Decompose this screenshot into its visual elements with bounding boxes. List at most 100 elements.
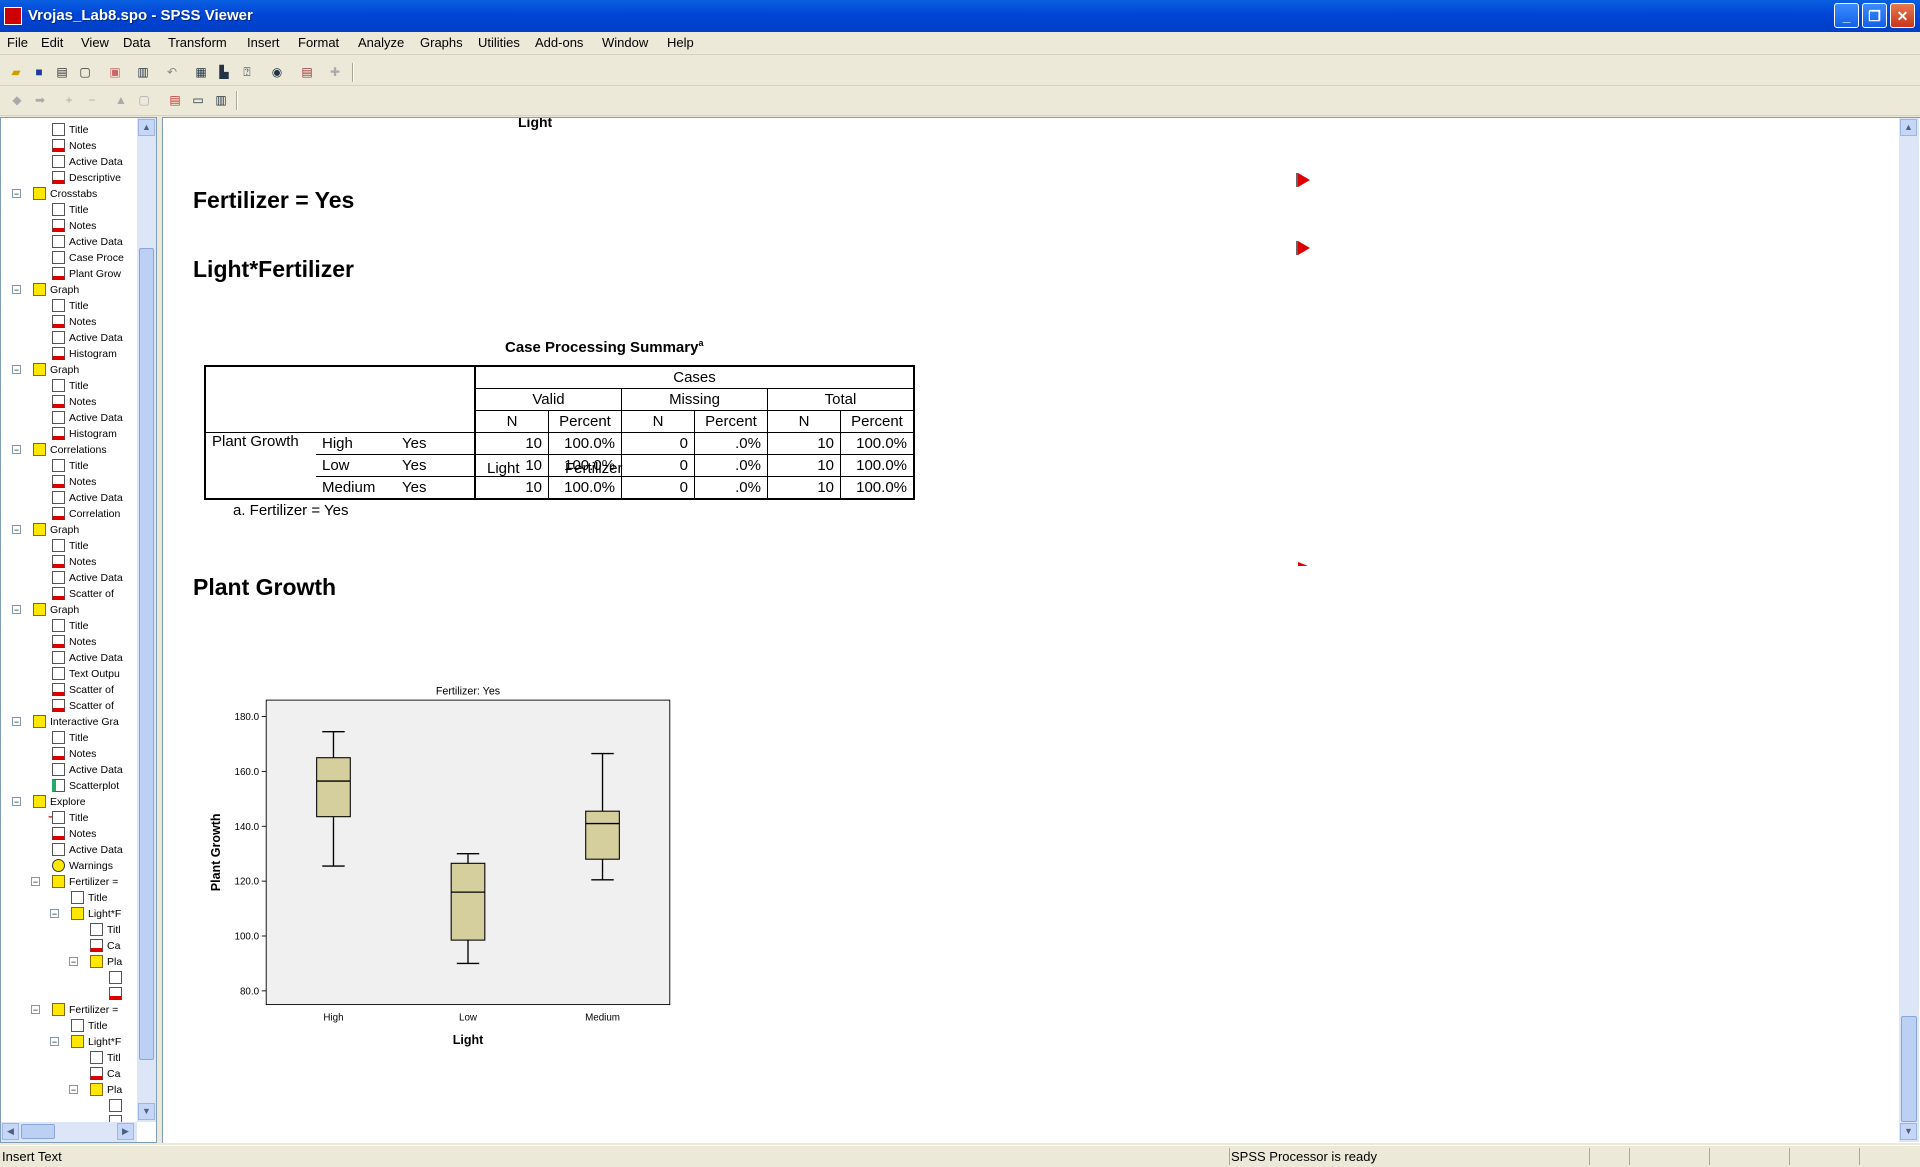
variables-icon[interactable]: ⍰ (238, 63, 256, 81)
dialog-recall-icon[interactable]: ▥ (134, 63, 152, 81)
menu-window[interactable]: Window (602, 35, 648, 50)
menu-analyze[interactable]: Analyze (358, 35, 404, 50)
outline-item[interactable]: Titl (90, 922, 121, 938)
menu-edit[interactable]: Edit (41, 35, 63, 50)
window-titlebar[interactable]: Vrojas_Lab8.spo - SPSS Viewer _ ❐ ✕ (0, 0, 1920, 32)
outline-item[interactable]: Active Data (52, 330, 123, 346)
outline-item[interactable]: Notes (52, 746, 96, 762)
menu-data[interactable]: Data (123, 35, 150, 50)
outline-item[interactable]: Notes (52, 394, 96, 410)
heading-plant-growth[interactable]: Plant Growth (193, 574, 336, 601)
content-scroll-thumb[interactable] (1901, 1016, 1917, 1122)
outline-item[interactable] (109, 986, 126, 1002)
menu-addons[interactable]: Add-ons (535, 35, 583, 50)
restore-button[interactable]: ❐ (1862, 3, 1887, 28)
collapse-toggle[interactable]: − (12, 285, 21, 295)
outline-item[interactable]: Case Proce (52, 250, 124, 266)
outline-item[interactable]: Notes (52, 826, 96, 842)
expand-icon[interactable]: + (60, 91, 78, 109)
boxplot-chart[interactable]: Fertilizer: Yes 80.0 100.0 120.0 140.0 160.0 1… (193, 655, 693, 1097)
outline-item[interactable]: Histogram (52, 346, 117, 362)
select-last-output-icon[interactable]: ▤ (298, 63, 316, 81)
scroll-up-arrow-icon[interactable]: ▲ (1900, 119, 1917, 136)
outline-item[interactable]: Notes (52, 218, 96, 234)
outline-horizontal-scrollbar[interactable]: ◀ ▶ (1, 1122, 137, 1142)
heading-fertilizer-yes[interactable]: Fertilizer = Yes (193, 187, 354, 214)
undo-icon[interactable]: ↶ (163, 63, 181, 81)
outline-item[interactable] (109, 1098, 126, 1114)
goto-case-icon[interactable]: ▙ (215, 63, 233, 81)
scroll-down-arrow-icon[interactable]: ▼ (138, 1103, 155, 1120)
outline-item[interactable]: Light*F (71, 906, 121, 922)
outline-vertical-scrollbar[interactable]: ▲ ▼ (137, 118, 156, 1122)
outline-item[interactable]: Crosstabs (33, 186, 97, 202)
outline-item[interactable]: Histogram (52, 426, 117, 442)
print-icon[interactable]: ▤ (53, 63, 71, 81)
outline-item[interactable]: Title (71, 890, 107, 906)
outline-item[interactable]: Graph (33, 522, 79, 538)
outline-item[interactable]: Active Data (52, 234, 123, 250)
outline-item[interactable]: Pla (90, 1082, 122, 1098)
outline-item[interactable]: Notes (52, 554, 96, 570)
scroll-down-arrow-icon[interactable]: ▼ (1900, 1123, 1917, 1140)
collapse-toggle[interactable]: − (50, 909, 59, 919)
print-preview-icon[interactable]: ▢ (76, 63, 94, 81)
outline-item[interactable]: Descriptive (52, 170, 121, 186)
save-icon[interactable]: ■ (30, 63, 48, 81)
collapse-toggle[interactable]: − (12, 189, 21, 199)
use-sets-icon[interactable]: ◉ (268, 63, 286, 81)
outline-item[interactable]: Warnings (52, 858, 113, 874)
menu-utilities[interactable]: Utilities (478, 35, 520, 50)
collapse-toggle[interactable]: − (12, 445, 21, 455)
close-button[interactable]: ✕ (1890, 3, 1915, 28)
outline-hscroll-thumb[interactable] (21, 1124, 55, 1139)
collapse-toggle[interactable]: − (12, 525, 21, 535)
open-icon[interactable]: ▰ (7, 63, 25, 81)
outline-item[interactable]: Active Data (52, 154, 123, 170)
outline-item[interactable]: Interactive Gra (33, 714, 119, 730)
collapse-toggle[interactable]: − (12, 797, 21, 807)
outline-item[interactable]: Explore (33, 794, 86, 810)
outline-item[interactable]: Titl (90, 1050, 121, 1066)
output-content-pane[interactable]: Light Fertilizer = Yes Light*Fertilizer … (162, 117, 1920, 1143)
outline-item[interactable]: Ca (90, 1066, 120, 1082)
outline-item[interactable]: Notes (52, 138, 96, 154)
designate-window-icon[interactable]: ✚ (326, 63, 344, 81)
menu-insert[interactable]: Insert (247, 35, 280, 50)
outline-item[interactable]: Notes (52, 314, 96, 330)
outline-item[interactable]: Active Data (52, 410, 123, 426)
show-icon[interactable]: ▲ (112, 91, 130, 109)
outline-item[interactable]: Correlation (52, 506, 120, 522)
promote-icon[interactable]: ◆ (8, 91, 26, 109)
menu-format[interactable]: Format (298, 35, 339, 50)
menu-file[interactable]: File (7, 35, 28, 50)
collapse-toggle[interactable]: − (50, 1037, 59, 1047)
collapse-toggle[interactable]: − (69, 957, 78, 967)
goto-data-icon[interactable]: ▦ (192, 63, 210, 81)
outline-item[interactable]: Pla (90, 954, 122, 970)
insert-heading-icon[interactable]: ▤ (166, 91, 184, 109)
outline-item[interactable] (109, 970, 126, 986)
outline-item[interactable]: Scatter of (52, 698, 114, 714)
outline-item[interactable]: Scatter of (52, 586, 114, 602)
case-processing-summary-table[interactable]: Cases Valid Missing Total N Percent N Pe… (204, 365, 915, 500)
collapse-icon[interactable]: − (83, 91, 101, 109)
outline-item[interactable]: Ca (90, 938, 120, 954)
outline-item[interactable]: Active Data (52, 842, 123, 858)
outline-item[interactable]: Plant Grow (52, 266, 121, 282)
outline-item[interactable]: Graph (33, 602, 79, 618)
outline-pane[interactable]: Title Notes Active Data Descriptive − Crossta… (0, 117, 157, 1143)
outline-item[interactable]: Title (52, 298, 88, 314)
outline-item[interactable]: Title (52, 122, 88, 138)
outline-item[interactable]: Active Data (52, 570, 123, 586)
collapse-toggle[interactable]: − (12, 717, 21, 727)
outline-scroll-thumb[interactable] (139, 248, 154, 1060)
collapse-toggle[interactable]: − (12, 365, 21, 375)
scroll-up-arrow-icon[interactable]: ▲ (138, 119, 155, 136)
outline-item[interactable]: Active Data (52, 650, 123, 666)
content-vertical-scrollbar[interactable]: ▲ ▼ (1899, 118, 1919, 1142)
outline-item[interactable]: Correlations (33, 442, 107, 458)
menu-help[interactable]: Help (667, 35, 694, 50)
insert-title-icon[interactable]: ▭ (189, 91, 207, 109)
outline-item[interactable]: Title (52, 458, 88, 474)
